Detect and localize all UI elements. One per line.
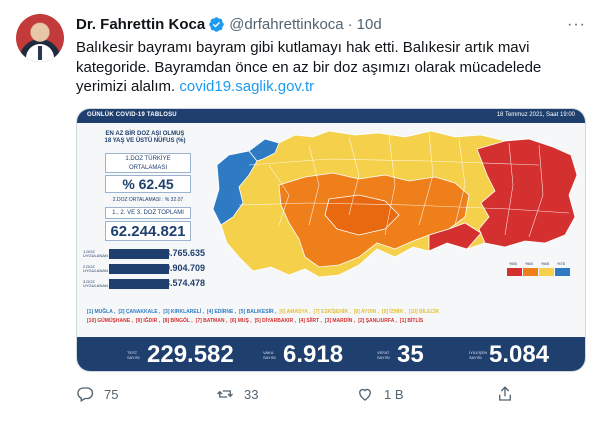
panel-title-line-1: EN AZ BİR DOZ AŞI OLMUŞ xyxy=(105,131,185,137)
province-item: [1] BİTLİS xyxy=(399,318,424,324)
display-name[interactable]: Dr. Fahrettin Koca xyxy=(76,16,205,33)
like-count: 1 B xyxy=(384,386,404,402)
province-item: [1] MUĞLA , xyxy=(87,309,116,315)
legend-swatch-blue xyxy=(555,268,570,276)
like-button[interactable]: 1 B xyxy=(356,384,404,404)
dose-value: 3.574.478 xyxy=(164,278,205,288)
dose-label: 1.DOZ UYGULANAN xyxy=(83,250,108,258)
map-legend: %50 %60 %65 %75 xyxy=(505,259,575,289)
image-header-bar: GÜNLÜK COVID-19 TABLOSU 18 Temmuz 2021, … xyxy=(77,109,585,123)
dose-total-value: 62.244.821 xyxy=(105,221,191,241)
legend-swatch-red xyxy=(507,268,522,276)
stat-label-line: SAYISI xyxy=(263,355,276,360)
stat-value: 35 xyxy=(397,341,424,368)
dose2-average-label: 2.DOZ ORTALAMASI : % 32.07 xyxy=(112,197,184,203)
province-line-bottom: [10] GÜMÜŞHANE , [9] IĞDIR , [8] BİNGÖL ,[… xyxy=(87,317,575,326)
stat-label: TEST SAYISI xyxy=(127,350,145,360)
legend-label-2: %60 xyxy=(525,261,534,266)
legend-label-4: %75 xyxy=(557,261,566,266)
dose-value: 19.904.709 xyxy=(159,263,205,273)
panel-title-line-2: 18 YAŞ VE ÜSTÜ NÜFUS (%) xyxy=(104,138,186,144)
legend-label-3: %65 xyxy=(541,261,550,266)
stat-label-line: SAYISI xyxy=(377,355,390,360)
stat-value: 5.084 xyxy=(489,341,550,368)
reply-icon xyxy=(77,387,94,402)
avatar-tie xyxy=(38,46,42,60)
share-button[interactable] xyxy=(496,384,524,404)
retweet-button[interactable]: 33 xyxy=(216,384,258,404)
dose-value: 38.765.635 xyxy=(159,248,205,258)
dose1-average-label-1: 1.DOZ TÜRKİYE xyxy=(125,156,171,162)
province-item: [9] İZMİR , xyxy=(381,309,406,315)
verified-badge-icon xyxy=(209,16,224,32)
dose-row: 1.DOZ UYGULANAN 38.765.635 xyxy=(83,247,207,261)
stat-value: 6.918 xyxy=(283,341,344,368)
province-item: [5] DİYARBAKIR , xyxy=(254,318,296,324)
dose-label: 3.DOZ UYGULANAN xyxy=(83,280,108,288)
separator-dot: · xyxy=(347,15,353,33)
province-item: [7] ESKİŞEHİR , xyxy=(313,309,351,315)
dose1-average-label-2: ORTALAMASI xyxy=(128,165,168,171)
legend-swatch-yellow xyxy=(539,268,554,276)
province-item: [10] GÜMÜŞHANE , xyxy=(87,318,133,324)
stat-value: 229.582 xyxy=(147,341,234,368)
dose-label: 2.DOZ UYGULANAN xyxy=(83,265,108,273)
province-item: [4] EDİRNE , xyxy=(206,309,237,315)
province-item: [6] MUŞ , xyxy=(230,318,252,324)
province-item: [3] MARDİN , xyxy=(324,318,356,324)
province-item: [6] AMASYA , xyxy=(279,309,311,315)
share-icon xyxy=(499,386,511,401)
legend-swatch-orange xyxy=(523,268,538,276)
stat-label-line: SAYISI xyxy=(469,355,482,360)
image-header-title: GÜNLÜK COVID-19 TABLOSU xyxy=(87,112,177,118)
province-item: [5] BALIKESİR , xyxy=(239,309,277,315)
like-icon xyxy=(359,388,371,401)
province-item: [2] ŞANLIURFA , xyxy=(358,318,397,324)
tweet-link[interactable]: covid19.saglik.gov.tr xyxy=(179,78,314,95)
province-item: [9] IĞDIR , xyxy=(135,318,161,324)
dose-total-label: 1., 2. VE 3. DOZ TOPLAMI xyxy=(105,207,191,219)
panel-title: EN AZ BİR DOZ AŞI OLMUŞ 18 YAŞ VE ÜSTÜ N… xyxy=(83,131,207,145)
reply-count: 75 xyxy=(104,386,119,402)
province-item: [8] BİNGÖL , xyxy=(163,318,193,324)
province-item: [7] BATMAN , xyxy=(195,318,228,324)
retweet-icon xyxy=(217,390,233,398)
stat-label: VEFAT SAYISI xyxy=(377,350,395,360)
legend-swatches: %50 %60 %65 %75 xyxy=(507,261,570,276)
province-line-top: [1] MUĞLA , [2] ÇANAKKALE , [3] KIRKLARELİ… xyxy=(87,308,575,317)
tweet-text: Balıkesir bayramı bayram gibi kutlamayı … xyxy=(76,38,576,97)
stat-label-line: SAYISI xyxy=(127,355,140,360)
reply-button[interactable]: 75 xyxy=(76,384,118,404)
dose-row: 2.DOZ UYGULANAN 19.904.709 xyxy=(83,262,207,276)
tweet[interactable]: Dr. Fahrettin Koca @drfahrettinkoca · 10… xyxy=(0,0,600,424)
dose1-average-label: 1.DOZ TÜRKİYE ORTALAMASI xyxy=(105,153,191,173)
province-item: [10] BİLECİK xyxy=(408,309,440,315)
tweet-actions: 75 33 1 B xyxy=(76,384,576,404)
province-item: [2] ÇANAKKALE , xyxy=(118,309,161,315)
dose-row: 3.DOZ UYGULANAN 3.574.478 xyxy=(83,277,207,291)
tweet-image[interactable]: GÜNLÜK COVID-19 TABLOSU 18 Temmuz 2021, … xyxy=(76,108,586,372)
daily-stats-bar: TEST SAYISI 229.582 VAKA SAYISI 6.918 VEFA… xyxy=(77,337,585,371)
retweet-count: 33 xyxy=(244,386,259,402)
province-item: [8] AYDIN , xyxy=(353,309,379,315)
stat-label: İYİLEŞEN SAYISI xyxy=(469,350,487,360)
province-item: [3] KIRKLARELİ , xyxy=(163,309,204,315)
dose-label-sub: UYGULANAN xyxy=(83,283,108,288)
image-header-date: 18 Temmuz 2021, Saat 19:00 xyxy=(496,112,575,118)
timestamp[interactable]: 10d xyxy=(357,16,382,33)
stat-label: VAKA SAYISI xyxy=(263,350,281,360)
legend-label-1: %50 xyxy=(509,261,518,266)
dose-label-sub: UYGULANAN xyxy=(83,253,108,258)
province-ranking-strip: [1] MUĞLA , [2] ÇANAKKALE , [3] KIRKLARELİ… xyxy=(77,305,585,333)
handle[interactable]: @drfahrettinkoca xyxy=(229,16,343,33)
more-icon[interactable]: ··· xyxy=(567,16,586,34)
dose1-average-value: % 62.45 xyxy=(105,175,191,193)
tweet-header: Dr. Fahrettin Koca @drfahrettinkoca · 10… xyxy=(76,14,382,34)
vaccination-stats-panel: EN AZ BİR DOZ AŞI OLMUŞ 18 YAŞ VE ÜSTÜ N… xyxy=(83,131,207,309)
dose-label-sub: UYGULANAN xyxy=(83,268,108,273)
province-item: [4] SİİRT , xyxy=(298,318,322,324)
avatar[interactable] xyxy=(16,14,64,62)
